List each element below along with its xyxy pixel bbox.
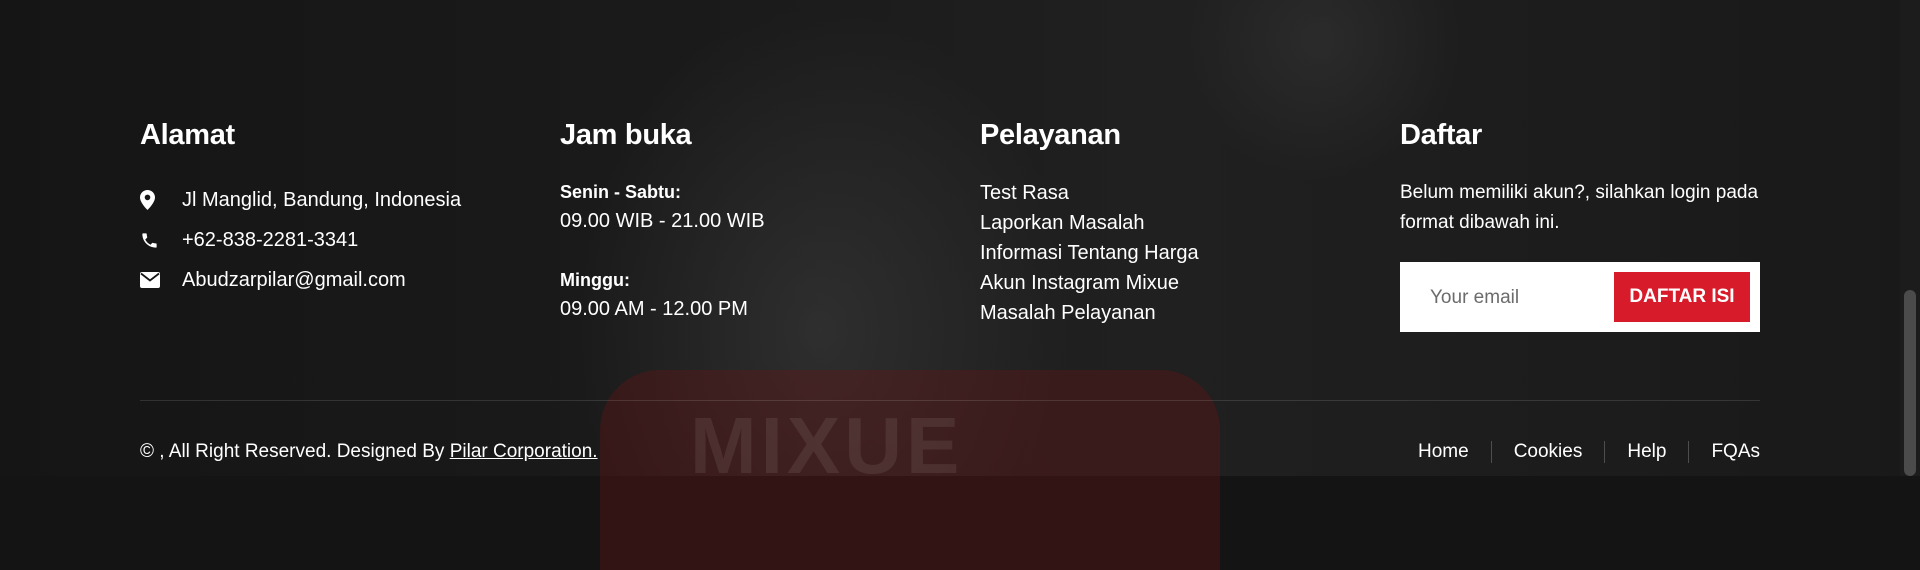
weekday-label: Senin - Sabtu: xyxy=(560,182,681,202)
email-text: Abudzarpilar@gmail.com xyxy=(182,268,406,291)
daftar-isi-button[interactable]: DAFTAR ISI xyxy=(1614,272,1750,322)
subscribe-form: DAFTAR ISI xyxy=(1400,262,1760,332)
footer-links: Home Cookies Help FQAs xyxy=(1418,441,1760,463)
footer-divider xyxy=(140,400,1760,401)
footer-link-cookies[interactable]: Cookies xyxy=(1490,441,1605,463)
envelope-icon xyxy=(140,272,170,288)
scrollbar[interactable] xyxy=(1900,0,1920,476)
address-title: Alamat xyxy=(140,119,235,151)
footer-link-fqas[interactable]: FQAs xyxy=(1688,441,1760,463)
footer-link-help[interactable]: Help xyxy=(1604,441,1688,463)
services-column: Pelayanan Test Rasa Laporkan Masalah Inf… xyxy=(980,110,1360,328)
address-text: Jl Manglid, Bandung, Indonesia xyxy=(182,188,462,211)
service-item-test-rasa[interactable]: Test Rasa xyxy=(980,178,1360,208)
service-item-instagram[interactable]: Akun Instagram Mixue xyxy=(980,268,1360,298)
copyright-text: © , All Right Reserved. Designed By xyxy=(140,441,445,462)
designer-link[interactable]: Pilar Corporation. xyxy=(450,441,598,462)
register-title: Daftar xyxy=(1400,119,1482,151)
phone-icon xyxy=(140,231,170,250)
address-column: Alamat Jl Manglid, Bandung, Indonesia +6… xyxy=(140,110,520,300)
footer-link-home[interactable]: Home xyxy=(1418,441,1491,463)
service-item-laporkan-masalah[interactable]: Laporkan Masalah xyxy=(980,208,1360,238)
services-list: Test Rasa Laporkan Masalah Informasi Ten… xyxy=(980,178,1360,328)
sunday-label: Minggu: xyxy=(560,270,630,290)
footer: Alamat Jl Manglid, Bandung, Indonesia +6… xyxy=(140,110,1760,476)
services-title: Pelayanan xyxy=(980,119,1121,151)
copyright: © , All Right Reserved. Designed By Pila… xyxy=(140,441,598,463)
hours-column: Jam buka Senin - Sabtu: 09.00 WIB - 21.0… xyxy=(560,110,940,324)
register-text: Belum memiliki akun?, silahkan login pad… xyxy=(1400,182,1759,233)
map-pin-icon xyxy=(140,190,170,210)
hours-title: Jam buka xyxy=(560,119,692,151)
register-column: Daftar Belum memiliki akun?, silahkan lo… xyxy=(1400,110,1760,332)
sunday-hours: 09.00 AM - 12.00 PM xyxy=(560,298,748,320)
footer-bottom: © , All Right Reserved. Designed By Pila… xyxy=(140,432,1760,472)
phone-text: +62-838-2281-3341 xyxy=(182,228,359,251)
address-item: Jl Manglid, Bandung, Indonesia xyxy=(140,180,520,220)
phone-item: +62-838-2281-3341 xyxy=(140,220,520,260)
weekday-hours: 09.00 WIB - 21.00 WIB xyxy=(560,210,765,232)
scrollbar-thumb[interactable] xyxy=(1904,290,1916,476)
email-item: Abudzarpilar@gmail.com xyxy=(140,260,520,300)
service-item-informasi-harga[interactable]: Informasi Tentang Harga xyxy=(980,238,1360,268)
service-item-masalah-pelayanan[interactable]: Masalah Pelayanan xyxy=(980,298,1360,328)
email-input[interactable] xyxy=(1410,272,1622,324)
